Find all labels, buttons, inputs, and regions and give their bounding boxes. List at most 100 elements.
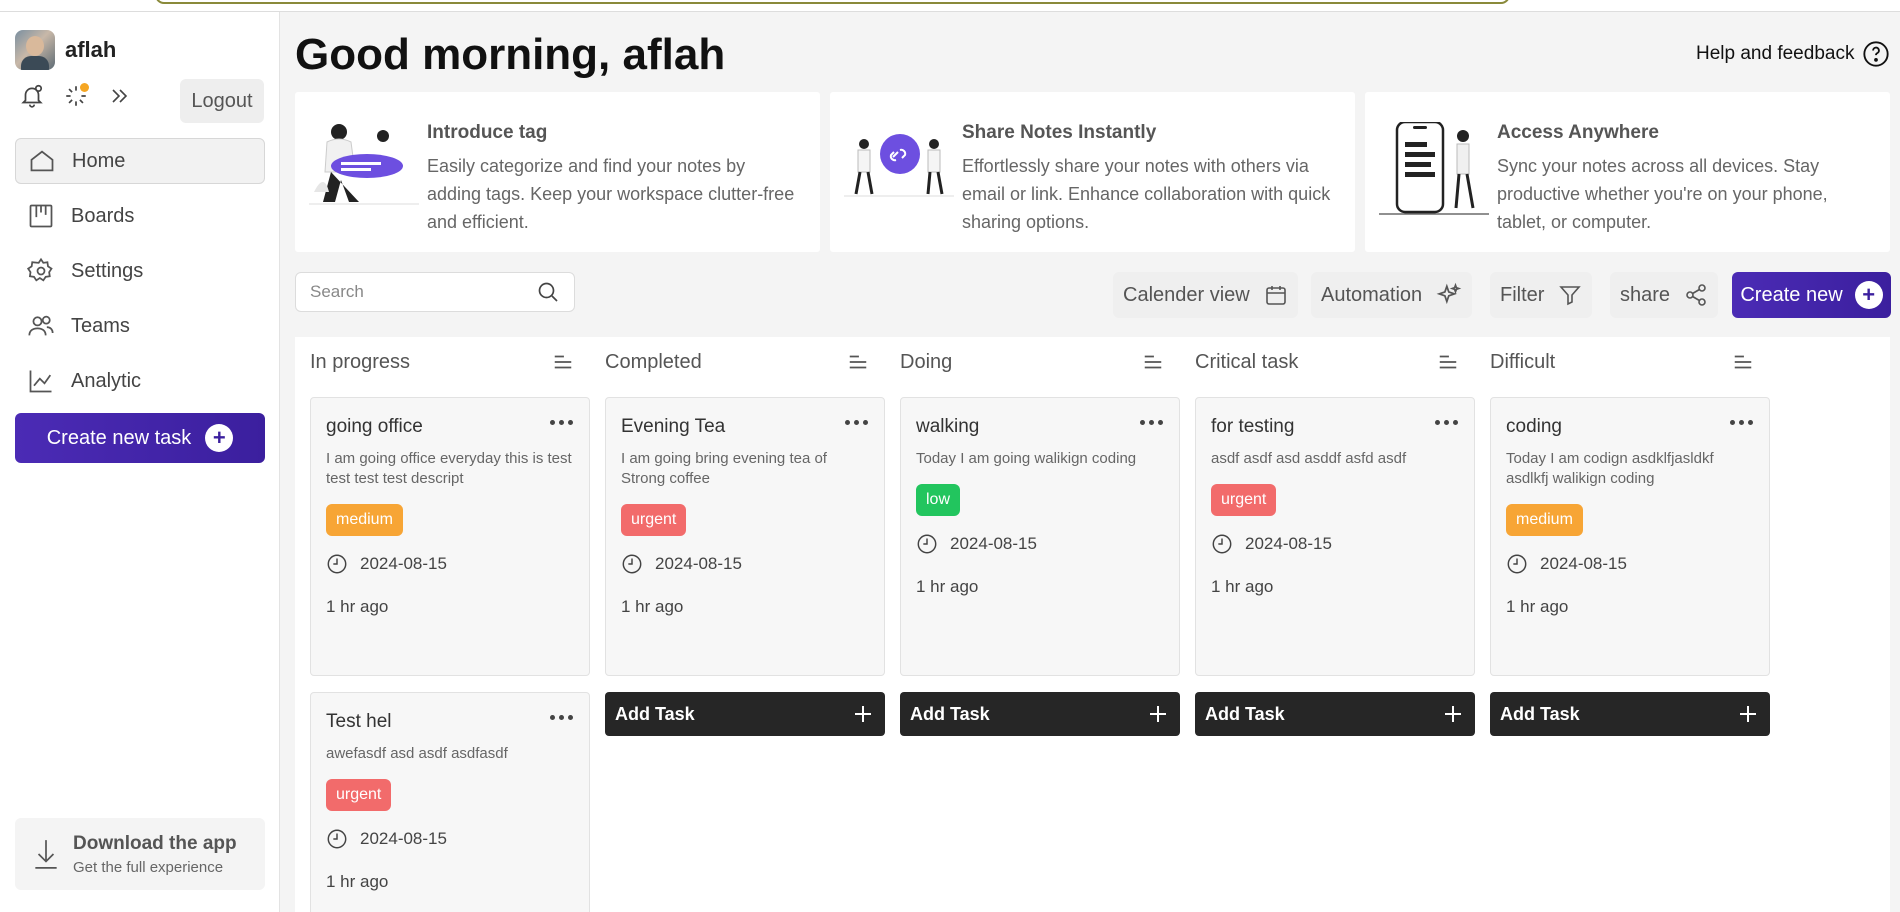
sidebar: aflah Logout Home Boards Settings Teams [0,12,280,912]
more-options-icon[interactable] [550,420,573,425]
add-task-button[interactable]: Add Task [900,692,1180,736]
promo-description: Sync your notes across all devices. Stay… [1497,156,1828,232]
more-options-icon[interactable] [550,715,573,720]
page-title: Good morning, aflah [295,30,726,79]
search-input[interactable] [310,282,536,302]
bell-icon[interactable] [18,82,46,110]
card-title: walking [916,416,980,437]
column-title: Completed [605,350,702,373]
share-button[interactable]: share [1610,272,1719,318]
create-new-label: Create new [1740,283,1843,306]
create-new-task-button[interactable]: Create new task + [15,413,265,463]
help-label: Help and feedback [1696,43,1855,64]
loader-icon[interactable] [62,82,90,110]
kanban-board: In progress going office I am going offi… [295,337,1890,912]
card-description: I am going bring evening tea of Strong c… [621,450,827,487]
search-box [295,272,575,312]
sidebar-item-home[interactable]: Home [15,138,265,184]
sidebar-item-label: Analytic [71,369,142,392]
more-options-icon[interactable] [845,420,868,425]
calendar-icon [1265,286,1286,305]
sidebar-nav: Home Boards Settings Teams Analytic [15,138,265,413]
card-date: 2024-08-15 [1506,553,1627,575]
task-card[interactable]: coding Today I am codign asdklfjasldkf a… [1490,397,1770,676]
menu-lines-icon[interactable] [1142,351,1164,373]
time-ago: 1 hr ago [916,577,979,596]
create-new-button[interactable]: Create new + [1732,272,1891,318]
time-ago: 1 hr ago [1211,577,1274,596]
add-task-button[interactable]: Add Task [1195,692,1475,736]
user-name: aflah [65,37,117,62]
column-completed: Completed [590,337,872,387]
sidebar-item-boards[interactable]: Boards [15,193,265,239]
card-title: Test hel [326,711,392,732]
more-options-icon[interactable] [1140,420,1163,425]
column-in-progress: In progress [295,337,577,387]
plus-icon [1445,706,1461,722]
sparkles-icon [1436,282,1462,305]
download-icon [35,840,57,869]
help-feedback-link[interactable]: Help and feedback [1696,40,1890,68]
card-description: Today I am going walikign coding [916,450,1137,467]
sidebar-item-analytic[interactable]: Analytic [15,358,265,404]
user-profile[interactable]: aflah [15,30,116,70]
plus-icon [855,706,871,722]
column-difficult: Difficult [1475,337,1757,387]
phone-illustration-icon [1379,122,1489,215]
double-chevron-right-icon[interactable] [106,82,134,110]
task-card[interactable]: Evening Tea I am going bring evening tea… [605,397,885,676]
task-card[interactable]: for testing asdf asdf asd asddf asfd asd… [1195,397,1475,676]
task-card[interactable]: going office I am going office everyday … [310,397,590,676]
logout-button[interactable]: Logout [180,79,264,123]
calendar-view-button[interactable]: Calender view [1113,272,1298,318]
date-text: 2024-08-15 [1540,554,1627,573]
task-card[interactable]: walking Today I am going walikign coding… [900,397,1180,676]
menu-lines-icon[interactable] [847,351,869,373]
filter-icon [1559,286,1582,306]
download-title: Download the app [73,832,237,854]
avatar [15,30,55,70]
filter-button[interactable]: Filter [1490,272,1593,318]
menu-lines-icon[interactable] [552,351,574,373]
search-icon[interactable] [536,280,560,304]
automation-button[interactable]: Automation [1311,272,1473,318]
time-ago: 1 hr ago [326,872,389,891]
menu-lines-icon[interactable] [1732,351,1754,373]
clock-icon [917,534,937,554]
priority-badge: medium [1506,504,1583,536]
plus-icon: + [1854,281,1883,309]
priority-badge: urgent [326,779,392,811]
sidebar-item-label: Boards [71,204,135,227]
column-doing: Doing [885,337,1167,387]
calendar-view-label: Calender view [1123,283,1250,306]
sidebar-item-label: Settings [71,259,144,282]
promo-card-share: Share Notes Instantly Effortlessly share… [830,92,1355,252]
time-ago: 1 hr ago [1506,597,1569,616]
time-ago: 1 hr ago [326,597,389,616]
date-text: 2024-08-15 [360,829,447,848]
menu-lines-icon[interactable] [1437,351,1459,373]
date-text: 2024-08-15 [655,554,742,573]
download-app-card[interactable]: Download the app Get the full experience [15,818,265,890]
card-title: going office [326,416,423,437]
add-task-label: Add Task [615,703,695,724]
browser-bar [0,0,1900,12]
priority-badge: low [916,484,961,516]
sidebar-item-teams[interactable]: Teams [15,303,265,349]
clock-icon [327,554,347,574]
tag-illustration-icon [309,124,419,205]
more-options-icon[interactable] [1435,420,1458,425]
more-options-icon[interactable] [1730,420,1753,425]
plus-icon: + [205,424,234,452]
column-title: In progress [310,350,411,373]
sidebar-item-settings[interactable]: Settings [15,248,265,294]
add-task-button[interactable]: Add Task [1490,692,1770,736]
add-task-button[interactable]: Add Task [605,692,885,736]
column-title: Difficult [1490,350,1556,373]
share-icon [1686,284,1706,306]
address-bar[interactable] [155,0,1510,4]
card-description: awefasdf asd asdf asdfasdf [326,745,508,762]
clock-icon [327,829,347,849]
task-card[interactable]: Test hel awefasdf asd asdf asdfasdf urge… [310,692,590,912]
card-title: coding [1506,416,1562,437]
